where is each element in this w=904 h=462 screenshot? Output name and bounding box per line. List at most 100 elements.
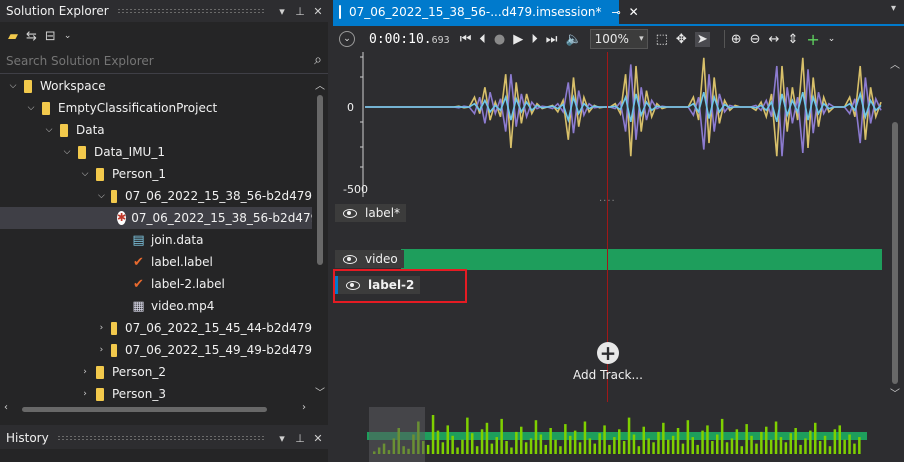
search-icon[interactable]: ⌕ (314, 52, 322, 68)
pin-icon[interactable]: ⊥ (292, 432, 308, 445)
step-forward-icon[interactable]: ⏵ (531, 32, 538, 47)
tree-item[interactable]: ⌵ Data_IMU_1 (0, 141, 312, 163)
tree-item[interactable]: ⌵ Person_1 (0, 163, 312, 185)
chevron-right-icon[interactable]: › (78, 367, 92, 377)
track-label-1[interactable]: label* (335, 204, 407, 222)
chevron-up-icon[interactable]: ︿ (886, 56, 904, 71)
y-tick-neg500: -500 (343, 183, 368, 196)
add-track-button[interactable]: + Add Track... (573, 342, 643, 382)
volume-icon[interactable]: 🔈 (565, 32, 581, 47)
chevron-right-icon[interactable]: › (96, 345, 107, 355)
tab-imsession[interactable]: 07_06_2022_15_38_56-...d479.imsession* ⊸… (333, 0, 639, 24)
dropdown-circle-icon[interactable]: ⌄ (339, 31, 355, 47)
play-icon[interactable]: ▶ (513, 32, 523, 47)
tree-item[interactable]: ▦ video.mp4 (0, 295, 312, 317)
chevron-down-icon[interactable]: ⌵ (60, 147, 74, 157)
chevron-down-icon[interactable]: ⌵ (96, 191, 107, 201)
chevron-right-icon[interactable]: › (96, 323, 107, 333)
time-ms: 693 (431, 34, 450, 46)
skip-end-icon[interactable]: ⏭ (546, 32, 558, 47)
region-select-icon[interactable]: ⬚ (656, 32, 668, 47)
sync-icon[interactable]: ⇆ (26, 29, 37, 44)
pointer-icon[interactable]: ➤ (694, 31, 710, 47)
overview-bar (725, 442, 729, 454)
document-icon (339, 5, 341, 19)
overview-bar (637, 446, 641, 454)
tree-item[interactable]: › 07_06_2022_15_45_44-b2d479 (0, 317, 312, 339)
overview-bar (681, 443, 685, 454)
step-back-icon[interactable]: ⏴ (479, 32, 486, 47)
close-icon[interactable]: ✕ (629, 5, 639, 19)
overview-viewport[interactable] (369, 407, 425, 462)
chevron-down-icon[interactable]: ▾ (891, 3, 896, 14)
editor-vertical-scrollbar[interactable]: ︿ ﹀ (886, 52, 904, 402)
chevron-up-icon[interactable]: ︿ (312, 77, 328, 92)
tree-item[interactable]: ▤ join.data (0, 229, 312, 251)
panel-grip[interactable] (116, 8, 266, 14)
tree-item[interactable]: ⌵ EmptyClassificationProject (0, 97, 312, 119)
history-header: History ▾ ⊥ ✕ (0, 427, 328, 449)
tree-item[interactable]: ✔ label.label (0, 251, 312, 273)
search-input[interactable] (0, 50, 300, 72)
video-track-bar[interactable] (401, 249, 882, 270)
scrollbar-thumb[interactable] (317, 95, 323, 265)
track-video[interactable]: video (335, 250, 404, 268)
fit-width-icon[interactable]: ↔ (769, 32, 780, 47)
chevron-right-icon[interactable]: › (78, 389, 92, 399)
tree-item[interactable]: ⌵ Workspace (0, 75, 312, 97)
record-icon[interactable]: ● (494, 32, 505, 47)
chevron-down-icon[interactable]: ▾ (274, 432, 290, 445)
skip-start-icon[interactable]: ⏮ (460, 32, 472, 47)
chevron-right-icon[interactable]: › (302, 402, 306, 413)
close-icon[interactable]: ✕ (310, 5, 326, 18)
overview-bar (603, 425, 606, 454)
chevron-down-icon[interactable]: ▾ (274, 5, 290, 18)
toolbar-overflow-icon[interactable]: ⌄ (828, 34, 836, 44)
eye-icon[interactable] (343, 254, 357, 264)
horizontal-scrollbar[interactable]: ‹ › (0, 401, 312, 417)
overview-bar (676, 428, 680, 454)
solution-explorer-toolbar: ▰ ⇆ ⊟ ⌄ (0, 22, 328, 50)
track-name: label* (365, 206, 401, 220)
chevron-down-icon[interactable]: ⌵ (42, 125, 56, 135)
chevron-down-icon[interactable]: ﹀ (312, 384, 328, 399)
overview-bar (426, 444, 430, 454)
vertical-scrollbar[interactable]: ︿ ﹀ (312, 75, 328, 401)
collapse-all-icon[interactable]: ⊟ (45, 29, 56, 44)
chevron-down-icon[interactable]: ⌵ (24, 103, 38, 113)
tree-item[interactable]: › 07_06_2022_15_49_49-b2d479 (0, 339, 312, 361)
zoom-out-icon[interactable]: ⊖ (750, 32, 761, 47)
pin-icon[interactable]: ⊥ (292, 5, 308, 18)
tree-item-label: label.label (151, 255, 213, 269)
overview-bar (750, 435, 753, 454)
chevron-left-icon[interactable]: ‹ (4, 402, 8, 413)
toolbar-overflow-icon[interactable]: ⌄ (64, 31, 72, 41)
chevron-down-icon[interactable]: ﹀ (886, 385, 904, 400)
fit-height-icon[interactable]: ⇕ (787, 32, 798, 47)
overview-bar (696, 444, 699, 454)
pan-icon[interactable]: ✥ (676, 32, 687, 47)
scrollbar-thumb[interactable] (892, 122, 898, 384)
open-folder-icon[interactable]: ▰ (8, 29, 18, 44)
chevron-down-icon[interactable]: ⌵ (78, 169, 92, 179)
add-icon[interactable]: + (806, 30, 819, 49)
tree-item[interactable]: ⌵ Data (0, 119, 312, 141)
tree-item[interactable]: ⌵ 07_06_2022_15_38_56-b2d479 (0, 185, 312, 207)
panel-grip[interactable] (56, 435, 266, 441)
pin-icon[interactable]: ⊸ (611, 6, 620, 19)
overview-bar (716, 434, 719, 454)
search-box: ⌕ (0, 50, 328, 74)
tree-item[interactable]: ✔ label-2.label (0, 273, 312, 295)
tree-item[interactable]: ✱ 07_06_2022_15_38_56-b2d479.imsession (0, 207, 312, 229)
overview-strip[interactable] (333, 404, 904, 462)
close-icon[interactable]: ✕ (310, 432, 326, 445)
overview-bar (539, 434, 543, 454)
overview-bar (524, 442, 528, 454)
tree-item[interactable]: › Person_3 (0, 383, 312, 401)
chevron-down-icon[interactable]: ⌵ (6, 81, 20, 91)
eye-icon[interactable] (343, 208, 357, 218)
scrollbar-thumb[interactable] (22, 407, 267, 412)
zoom-in-icon[interactable]: ⊕ (731, 32, 742, 47)
tree-item[interactable]: › Person_2 (0, 361, 312, 383)
zoom-select[interactable]: 100% ▾ (589, 29, 648, 49)
